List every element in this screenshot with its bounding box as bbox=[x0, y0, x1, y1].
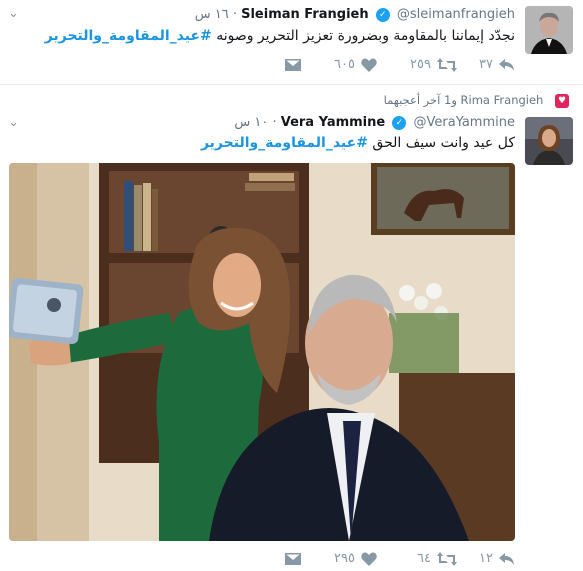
retweet-button[interactable]: ٢٥٩ bbox=[377, 57, 457, 72]
tweet-text-body: نجدّد إيماننا بالمقاومة وبضرورة تعزيز ال… bbox=[216, 28, 515, 44]
tweet-header: Vera Yammine ✓ @VeraYammine · ١٠ س bbox=[234, 115, 515, 130]
hashtag-link[interactable]: #عيد_المقاومة_والتحرير bbox=[201, 135, 368, 151]
liked-by-text[interactable]: Rima Frangieh و1 آخر أعجبهما bbox=[384, 93, 544, 107]
envelope-icon bbox=[285, 58, 301, 71]
tweet-text: نجدّد إيماننا بالمقاومة وبضرورة تعزيز ال… bbox=[45, 28, 515, 44]
display-name[interactable]: Vera Yammine bbox=[281, 115, 386, 130]
separator: · bbox=[272, 115, 277, 130]
tweet-actions: ١٢ ٦٤ ٢٩٥ bbox=[285, 551, 515, 566]
handle[interactable]: @VeraYammine bbox=[414, 115, 516, 130]
verified-badge-icon: ✓ bbox=[375, 7, 390, 22]
reply-button[interactable]: ٣٧ bbox=[457, 57, 515, 72]
retweet-button[interactable]: ٦٤ bbox=[377, 551, 457, 566]
tweet-sleiman-frangieh[interactable]: ⌄ Sleiman Frangieh ✓ @sleimanfrangieh · … bbox=[0, 0, 583, 85]
display-name[interactable]: Sleiman Frangieh bbox=[241, 7, 369, 22]
timestamp[interactable]: ١٦ س bbox=[195, 7, 229, 22]
tweet-photo[interactable] bbox=[9, 163, 515, 541]
handle[interactable]: @sleimanfrangieh bbox=[397, 7, 515, 22]
reply-count: ١٢ bbox=[479, 551, 493, 566]
heart-icon bbox=[361, 552, 377, 566]
tweet-text-body: كل عيد وانت سيف الحق bbox=[372, 135, 515, 151]
tweet-vera-yammine[interactable]: ♥ Rima Frangieh و1 آخر أعجبهما ⌄ Vera Ya… bbox=[0, 85, 583, 571]
retweet-count: ٢٥٩ bbox=[410, 57, 431, 72]
chevron-down-icon[interactable]: ⌄ bbox=[8, 6, 19, 21]
like-count: ٢٩٥ bbox=[334, 551, 355, 566]
direct-message-button[interactable] bbox=[285, 552, 301, 565]
direct-message-button[interactable] bbox=[285, 58, 301, 71]
timestamp[interactable]: ١٠ س bbox=[234, 115, 268, 130]
heart-icon: ♥ bbox=[555, 93, 569, 108]
retweet-icon bbox=[437, 551, 457, 566]
liked-by-context: ♥ Rima Frangieh و1 آخر أعجبهما bbox=[384, 93, 569, 108]
like-button[interactable]: ٦٠٥ bbox=[301, 57, 377, 72]
avatar[interactable] bbox=[525, 6, 573, 54]
avatar[interactable] bbox=[525, 117, 573, 165]
hashtag-link[interactable]: #عيد_المقاومة_والتحرير bbox=[45, 28, 212, 44]
like-button[interactable]: ٢٩٥ bbox=[301, 551, 377, 566]
reply-button[interactable]: ١٢ bbox=[457, 551, 515, 566]
verified-badge-icon: ✓ bbox=[392, 115, 407, 130]
heart-icon bbox=[361, 58, 377, 72]
chevron-down-icon[interactable]: ⌄ bbox=[8, 115, 19, 130]
tweet-text: كل عيد وانت سيف الحق #عيد_المقاومة_والتح… bbox=[201, 135, 515, 151]
like-count: ٦٠٥ bbox=[334, 57, 355, 72]
envelope-icon bbox=[285, 552, 301, 565]
reply-icon bbox=[499, 552, 514, 565]
reply-count: ٣٧ bbox=[479, 57, 493, 72]
separator: · bbox=[232, 7, 237, 22]
retweet-icon bbox=[437, 57, 457, 72]
reply-icon bbox=[499, 58, 514, 71]
retweet-count: ٦٤ bbox=[417, 551, 431, 566]
tweet-header: Sleiman Frangieh ✓ @sleimanfrangieh · ١٦… bbox=[195, 7, 515, 22]
tweet-actions: ٣٧ ٢٥٩ ٦٠٥ bbox=[285, 57, 515, 72]
